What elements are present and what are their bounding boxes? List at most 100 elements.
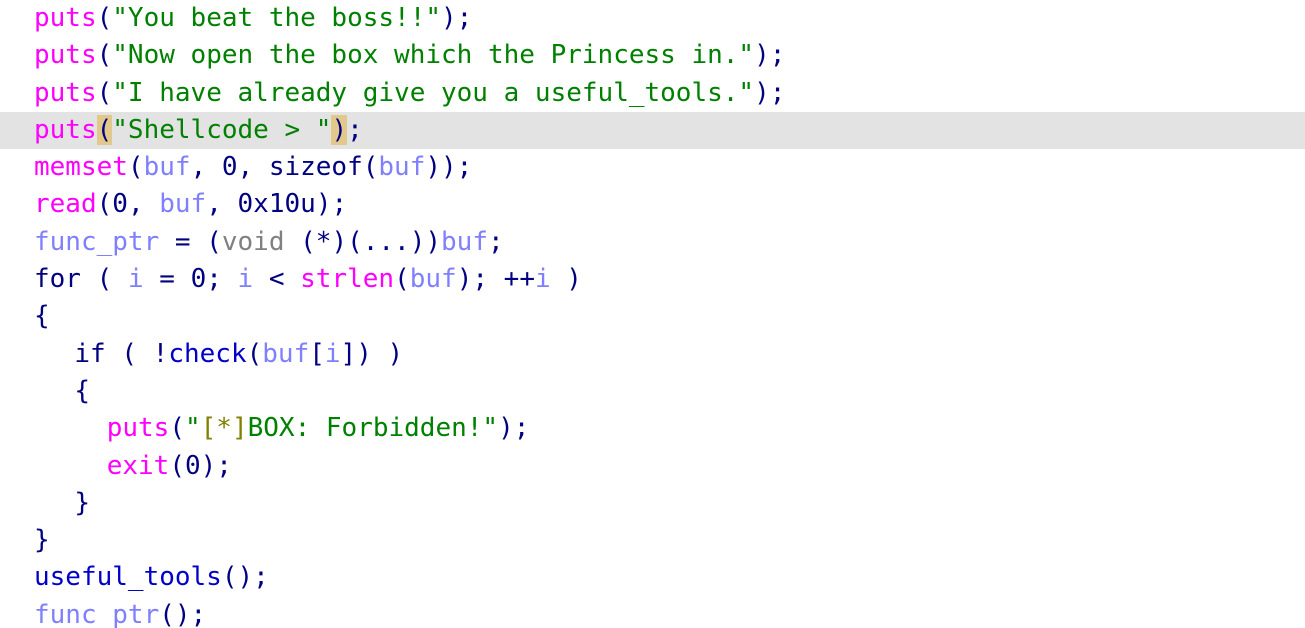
code-token-str: BOX: Forbidden!" <box>247 413 499 444</box>
code-line-content: { <box>34 376 90 406</box>
code-token-libfn: puts <box>34 77 97 108</box>
code-token-num: 0 <box>190 264 207 295</box>
code-line-content: } <box>34 488 90 518</box>
code-token-kw: for <box>34 264 81 295</box>
code-token-punct: ( <box>394 264 410 295</box>
code-token-libfn: memset <box>34 152 128 183</box>
code-line-content: if ( !check(buf[i]) ) <box>34 339 403 369</box>
code-token-str: "I have already give you a useful_tools.… <box>112 77 755 108</box>
code-token-punct: ]) ) <box>340 338 404 369</box>
pseudocode-viewport: puts("You beat the boss!!"); puts("Now op… <box>0 0 1305 628</box>
code-token-punct: } <box>34 525 50 556</box>
code-token-punct: ; <box>488 226 504 257</box>
code-line[interactable]: puts("[*]BOX: Forbidden!"); <box>0 410 1305 447</box>
code-token-libfn: puts <box>106 413 170 444</box>
code-token-punct: ( ! <box>105 338 169 369</box>
code-token-punct: ); <box>498 413 530 444</box>
code-line-content: func_ptr(); <box>34 600 206 628</box>
code-token-fmt: [*] <box>200 413 248 444</box>
code-line-content: exit(0); <box>34 451 232 481</box>
code-line[interactable]: puts("I have already give you a useful_t… <box>0 75 1305 112</box>
code-token-num: 0 <box>185 450 201 481</box>
code-token-str: "Shellcode > " <box>112 114 332 145</box>
code-line-content: { <box>34 301 50 331</box>
code-token-libfn: exit <box>106 450 170 481</box>
code-line[interactable]: { <box>0 298 1305 335</box>
code-token-punct: ); ++ <box>456 264 535 295</box>
code-line-content: func_ptr = (void (*)(...))buf; <box>34 227 504 257</box>
code-token-var: i <box>127 264 144 295</box>
code-token-punct: { <box>34 301 50 332</box>
code-line[interactable]: func_ptr(); <box>0 597 1305 628</box>
code-token-punct: ); <box>200 450 232 481</box>
code-token-punct: ); <box>441 3 473 33</box>
code-line[interactable]: puts("Now open the box which the Princes… <box>0 37 1305 74</box>
code-line-content: } <box>34 525 50 555</box>
code-token-var: buf <box>409 264 457 295</box>
code-token-punct: (); <box>159 599 207 628</box>
code-line[interactable]: for ( i = 0; i < strlen(buf); ++i ) <box>0 261 1305 298</box>
code-token-var: i <box>534 264 551 295</box>
code-token-var: func_ptr <box>34 226 160 257</box>
code-token-punct: } <box>74 487 91 518</box>
code-token-var: func_ptr <box>34 599 160 628</box>
code-token-punct: , <box>127 189 160 220</box>
code-line[interactable]: useful_tools(); <box>0 559 1305 596</box>
code-listing[interactable]: puts("You beat the boss!!"); puts("Now op… <box>0 0 1305 628</box>
code-token-num: 0 <box>221 152 238 183</box>
code-token-punct: [ <box>309 338 325 369</box>
code-token-punct: = ( <box>159 226 222 257</box>
code-token-punct: ( <box>169 450 185 481</box>
code-line[interactable]: if ( !check(buf[i]) ) <box>0 336 1305 373</box>
code-token-punct: ( <box>80 264 128 295</box>
code-line-content: puts("You beat the boss!!"); <box>34 3 472 33</box>
code-token-num: 0x10u <box>237 189 316 220</box>
code-line[interactable]: } <box>0 485 1305 522</box>
code-token-var: buf <box>143 152 191 183</box>
code-token-punct: ; <box>206 264 238 295</box>
code-line-content: useful_tools(); <box>34 562 269 592</box>
code-token-str: " <box>185 413 201 444</box>
code-token-fn: useful_tools <box>34 562 222 593</box>
code-token-punct: ( <box>96 189 113 220</box>
code-token-str: "Now open the box which the Princess in.… <box>112 40 755 71</box>
code-line[interactable]: read(0, buf, 0x10u); <box>0 186 1305 223</box>
code-token-punct: (); <box>221 562 269 593</box>
code-token-punct: ); <box>315 189 348 220</box>
code-line[interactable]: memset(buf, 0, sizeof(buf)); <box>0 149 1305 186</box>
code-token-libfn: strlen <box>300 264 395 295</box>
code-line-content: puts("[*]BOX: Forbidden!"); <box>34 413 530 444</box>
code-line[interactable]: { <box>0 373 1305 410</box>
code-token-punct: ( <box>246 338 263 369</box>
code-token-num: 0 <box>112 189 128 220</box>
code-line[interactable]: func_ptr = (void (*)(...))buf; <box>0 224 1305 261</box>
code-token-punct: ; <box>347 114 363 145</box>
code-token-punct: { <box>74 375 91 406</box>
code-token-type: void <box>221 226 285 257</box>
code-token-var: buf <box>262 338 310 369</box>
code-token-libfn: puts <box>34 3 97 33</box>
code-token-paren-hl: ) <box>331 114 348 145</box>
code-token-libfn: read <box>34 189 97 220</box>
code-token-punct: (*)(...)) <box>284 226 442 257</box>
code-line-content: puts("Shellcode > "); <box>34 114 363 145</box>
code-token-punct: < <box>253 264 301 295</box>
code-line-content: memset(buf, 0, sizeof(buf)); <box>34 152 472 182</box>
code-line[interactable]: puts("You beat the boss!!"); <box>0 0 1305 37</box>
code-token-libfn: puts <box>34 114 97 145</box>
code-token-var: i <box>324 338 341 369</box>
code-token-punct: ); <box>754 77 786 108</box>
code-line-content: puts("I have already give you a useful_t… <box>34 78 785 108</box>
code-token-punct: ( <box>96 3 113 33</box>
code-line[interactable]: puts("Shellcode > "); <box>0 111 1305 150</box>
code-line[interactable]: exit(0); <box>0 448 1305 485</box>
code-line-content: puts("Now open the box which the Princes… <box>34 40 785 70</box>
code-token-kw: if <box>74 338 106 369</box>
code-token-punct: , <box>190 152 222 183</box>
code-token-punct: ) <box>550 264 582 295</box>
code-token-punct: ( <box>127 152 144 183</box>
code-token-punct: ( <box>96 40 113 71</box>
code-line[interactable]: } <box>0 522 1305 559</box>
code-token-punct: = <box>143 264 191 295</box>
code-token-punct: ( <box>96 77 113 108</box>
